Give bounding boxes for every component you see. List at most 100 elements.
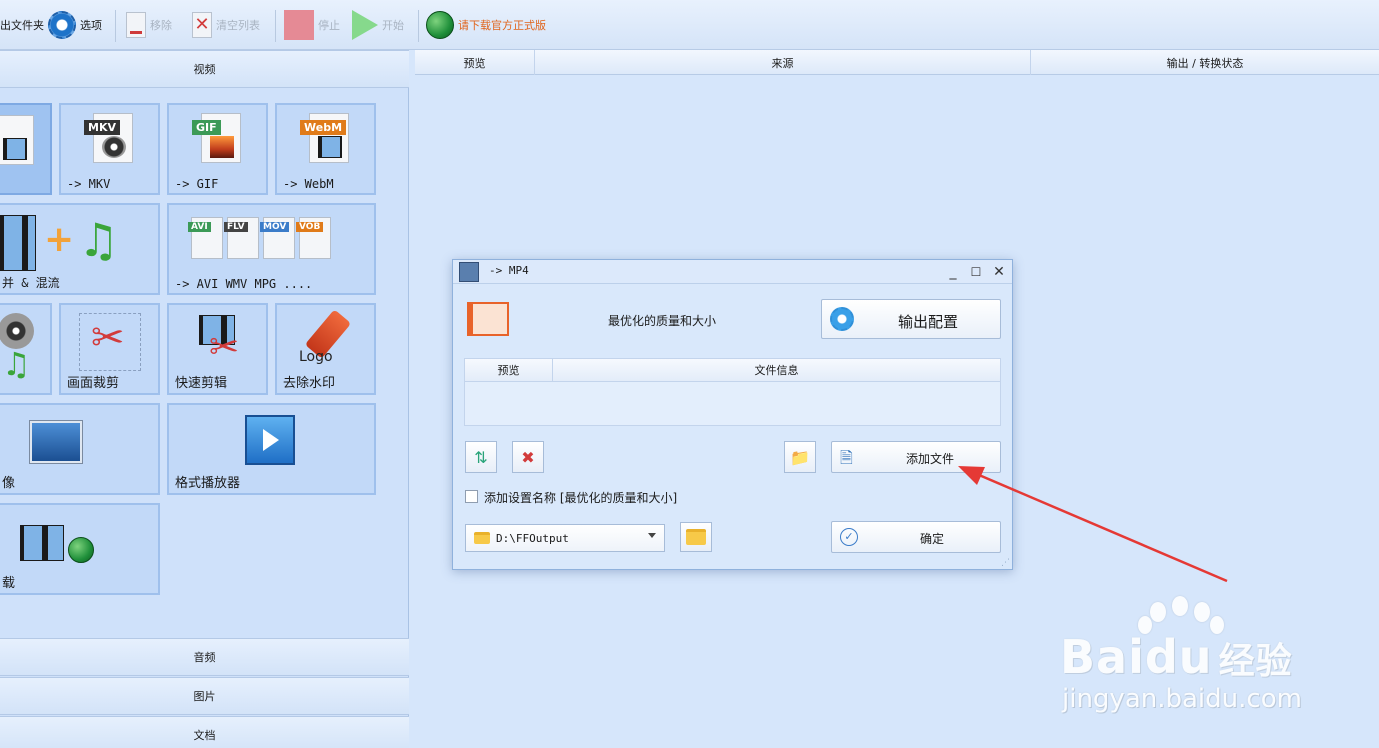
sort-button[interactable]: ⇅ [465,441,497,473]
output-path-value: D:\FFOutput [496,531,569,545]
clear-list-label: 清空列表 [216,19,260,32]
category-panel: 视频 MKV -> MKV GIF -> GIF WebM -> WebM + … [0,50,409,748]
dialog-file-table[interactable] [464,382,1001,426]
dialog-column-file-info[interactable]: 文件信息 [553,359,1000,381]
webm-file-icon: WebM [300,113,349,163]
mp4-file-icon [0,115,34,165]
browse-folder-button[interactable] [680,522,712,552]
image-section-header[interactable]: 图片 [0,677,409,715]
stop-button[interactable]: 停止 [284,0,340,50]
remove-file-icon [126,12,146,38]
column-preview[interactable]: 预览 [415,50,535,75]
add-file-label: 添加文件 [906,452,955,466]
tile-multi-format[interactable]: AVI FLV MOV VOB -> AVI WMV MPG .... [167,203,376,295]
folder-plus-icon: 📁 [790,447,810,467]
mkv-file-icon: MKV [84,113,133,163]
dialog-column-preview[interactable]: 预览 [465,359,553,381]
tile-screen-record[interactable]: 像 [0,403,160,495]
file-list-header: 预览 来源 输出 / 转换状态 [415,50,1379,75]
video-section-header[interactable]: 视频 [0,50,409,88]
output-folder-label: 出文件夹 [0,19,44,32]
output-config-label: 输出配置 [898,313,959,331]
tile-crop[interactable]: ✂ 画面裁剪 [59,303,160,395]
add-setting-name-label: 添加设置名称 [最优化的质量和大小] [484,491,678,505]
document-section-header[interactable]: 文档 [0,716,409,748]
tile-download[interactable]: 载 [0,503,160,595]
film-icon [0,215,36,271]
minimize-icon[interactable]: _ [944,262,962,282]
dialog-file-table-header: 预览 文件信息 [464,358,1001,382]
download-official-label: 请下载官方正式版 [458,19,546,32]
output-folder-button[interactable]: 出文件夹 [0,0,44,50]
tile-webm[interactable]: WebM -> WebM [275,103,376,195]
scissors-icon: ✂ [209,327,240,368]
audio-section-header[interactable]: 音频 [0,638,409,676]
gear-icon [48,11,76,39]
baidu-jingyan-watermark: Baidu 经验 jingyan.baidu.com [1050,596,1350,720]
check-circle-icon: ✓ [840,528,858,546]
tile-quick-cut[interactable]: ✂ 快速剪辑 [167,303,268,395]
globe-icon [426,11,454,39]
camera-icon [30,421,82,463]
toolbar: 出文件夹 选项 移除 ✕ 清空列表 停止 开始 请下载官方正式版 [0,0,1379,50]
tile-format-player-label: 格式播放器 [175,476,241,491]
tile-audio-video[interactable]: ♫ [0,303,52,395]
column-source[interactable]: 来源 [535,50,1031,75]
remove-label: 移除 [150,19,172,32]
gear-icon [830,307,854,331]
stop-label: 停止 [318,19,340,32]
gif-file-icon: GIF [192,113,241,163]
dialog-title-bar[interactable]: -> MP4 _ ☐ ✕ [453,260,1012,284]
quality-preset-label: 最优化的质量和大小 [608,314,717,328]
column-output-status[interactable]: 输出 / 转换状态 [1031,50,1379,75]
add-file-button[interactable]: 🗎 添加文件 [831,441,1001,473]
audio-section-label: 音频 [193,651,216,664]
scissors-icon: ✂ [91,315,125,361]
output-path-select[interactable]: D:\FFOutput [465,524,665,552]
add-setting-name-checkbox[interactable] [465,490,478,503]
tile-crop-label: 画面裁剪 [67,376,120,391]
avi-file-icon: AVI [188,217,223,259]
tile-mp4[interactable] [0,103,52,195]
clear-list-icon: ✕ [192,12,212,38]
multi-format-icons: AVI FLV MOV VOB [188,217,331,259]
tile-webm-label: -> WebM [283,177,334,191]
download-official-button[interactable]: 请下载官方正式版 [426,0,546,50]
options-button[interactable]: 选项 [48,0,102,50]
toolbar-divider [418,10,419,42]
maximize-icon[interactable]: ☐ [967,262,985,282]
tile-remove-logo-label: 去除水印 [283,376,336,391]
tile-remove-logo[interactable]: Logo 去除水印 [275,303,376,395]
ok-button[interactable]: ✓ 确定 [831,521,1001,553]
start-label: 开始 [382,19,404,32]
clear-list-button[interactable]: ✕ 清空列表 [192,0,260,50]
tile-mkv[interactable]: MKV -> MKV [59,103,160,195]
toolbar-divider [275,10,276,42]
remove-file-icon: ✖ [521,447,535,467]
video-section-label: 视频 [193,63,216,76]
tile-download-label: 载 [2,576,16,591]
start-button[interactable]: 开始 [352,0,404,50]
logo-text: Logo [299,349,333,365]
watermark-logo: Baidu 经验 [1060,630,1293,684]
add-folder-button[interactable]: 📁 [784,441,816,473]
document-section-label: 文档 [193,729,216,742]
remove-file-button[interactable]: ✖ [512,441,544,473]
remove-button[interactable]: 移除 [126,0,172,50]
tile-gif[interactable]: GIF -> GIF [167,103,268,195]
output-config-button[interactable]: 输出配置 [821,299,1001,339]
tile-format-player[interactable]: 格式播放器 [167,403,376,495]
resize-grip-icon[interactable]: ⋰ [1001,558,1010,568]
globe-icon [68,537,94,563]
tile-quick-cut-label: 快速剪辑 [175,376,228,391]
stop-icon [284,10,314,40]
folder-icon [474,532,490,544]
close-icon[interactable]: ✕ [990,262,1008,282]
tile-merge[interactable]: + ♫ 并 & 混流 [0,203,160,295]
flv-file-icon: FLV [224,217,259,259]
reel-icon [0,313,34,349]
image-section-label: 图片 [193,690,216,703]
film-icon [20,525,64,561]
mp4-settings-dialog: -> MP4 _ ☐ ✕ 最优化的质量和大小 输出配置 预览 文件信息 ⇅ ✖ … [452,259,1013,570]
play-icon [263,429,279,451]
